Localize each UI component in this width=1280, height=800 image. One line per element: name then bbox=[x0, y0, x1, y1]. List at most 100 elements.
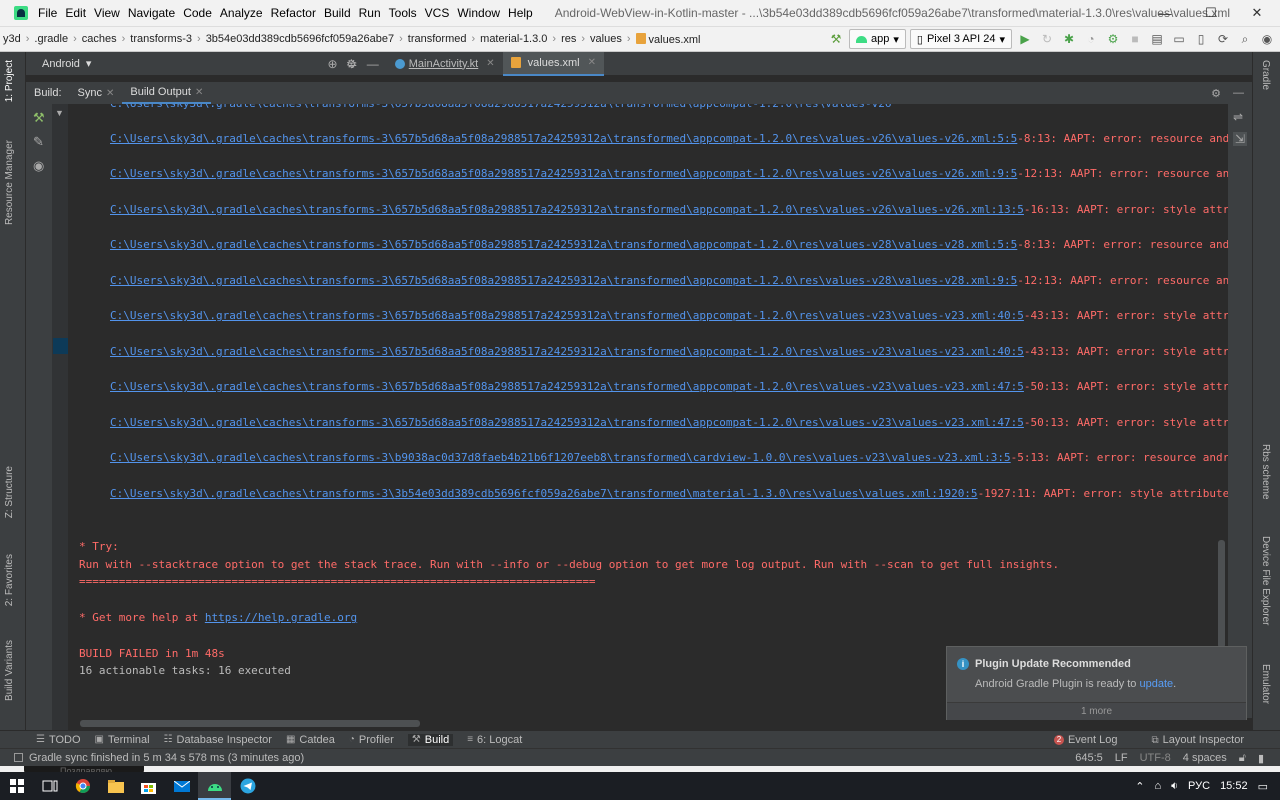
clock[interactable]: 15:52 bbox=[1220, 780, 1248, 792]
error-file-link[interactable]: C:\Users\sky3d\.gradle\caches\transforms… bbox=[110, 274, 1017, 287]
build-output-console[interactable]: C:\Users\sky3d\.gradle\caches\transforms… bbox=[68, 104, 1228, 718]
menu-help[interactable]: Help bbox=[508, 6, 533, 20]
android-studio-taskbar-icon[interactable] bbox=[198, 772, 231, 800]
chevron-up-icon[interactable]: ⌃ bbox=[1135, 780, 1144, 793]
line-separator[interactable]: LF bbox=[1115, 752, 1128, 764]
project-view-selector[interactable]: Android ▾ ⊕ ≑ bbox=[26, 52, 358, 76]
help-icon[interactable]: ◉ bbox=[1258, 30, 1276, 48]
close-icon[interactable]: ✕ bbox=[195, 87, 203, 98]
debug-icon[interactable]: ✱ bbox=[1060, 30, 1078, 48]
caret-position[interactable]: 645:5 bbox=[1075, 752, 1103, 764]
error-file-link[interactable]: C:\Users\sky3d\.gradle\caches\transforms… bbox=[110, 238, 1017, 251]
tool-window-structure[interactable]: Z: Structure bbox=[4, 466, 15, 518]
device-dropdown[interactable]: ▯ Pixel 3 API 24 ▾ bbox=[909, 29, 1012, 49]
store-icon[interactable] bbox=[132, 772, 165, 800]
error-file-link[interactable]: C:\Users\sky3d\.gradle\caches\transforms… bbox=[110, 380, 1024, 393]
locate-icon[interactable]: ⊕ bbox=[327, 57, 337, 71]
close-icon[interactable]: ✕ bbox=[106, 88, 114, 99]
apply-changes-icon[interactable]: ↻ bbox=[1038, 30, 1056, 48]
menu-vcs[interactable]: VCS bbox=[425, 6, 450, 20]
error-file-link[interactable]: C:\Users\sky3d\.gradle\caches\transforms… bbox=[110, 167, 1017, 180]
close-icon[interactable]: ✕ bbox=[588, 57, 596, 68]
menu-build[interactable]: Build bbox=[324, 6, 351, 20]
close-window-button[interactable]: ✕ bbox=[1234, 0, 1280, 26]
menu-refactor[interactable]: Refactor bbox=[271, 6, 316, 20]
plugin-update-notification[interactable]: i Plugin Update Recommended Android Grad… bbox=[946, 646, 1247, 720]
task-view-icon[interactable] bbox=[33, 772, 66, 800]
attach-debugger-icon[interactable]: ⚙ bbox=[1104, 30, 1122, 48]
error-file-link[interactable]: C:\Users\sky3d\.gradle\caches\transforms… bbox=[110, 132, 1017, 145]
indent-setting[interactable]: 4 spaces bbox=[1183, 752, 1227, 764]
sync-gradle-icon[interactable]: ⟳ bbox=[1214, 30, 1232, 48]
horizontal-scrollbar[interactable] bbox=[80, 720, 420, 727]
menu-code[interactable]: Code bbox=[183, 6, 212, 20]
tab-values-xml[interactable]: values.xml ✕ bbox=[502, 51, 604, 76]
error-file-link[interactable]: C:\Users\sky3d\.gradle\caches\transforms… bbox=[110, 309, 1024, 322]
menu-edit[interactable]: Edit bbox=[65, 6, 86, 20]
breadcrumb-item[interactable]: transforms-3 bbox=[127, 33, 195, 45]
hammer-icon[interactable]: ⚒ bbox=[827, 30, 845, 48]
hide-icon[interactable]: — bbox=[1233, 87, 1244, 99]
tool-window-rbs-scheme[interactable]: Rbs scheme bbox=[1260, 444, 1271, 500]
tool-windows-toggle-icon[interactable] bbox=[14, 753, 23, 762]
chevron-down-icon[interactable]: ▼ bbox=[55, 108, 64, 118]
tool-build[interactable]: ⚒ Build bbox=[407, 733, 454, 746]
tool-window-gradle[interactable]: Gradle bbox=[1260, 60, 1271, 90]
pin-icon[interactable]: ✎ bbox=[33, 134, 44, 150]
breadcrumb-item[interactable]: y3d bbox=[0, 33, 24, 45]
tool-logcat[interactable]: ≡ 6: Logcat bbox=[467, 734, 522, 746]
memory-indicator-icon[interactable]: ▮ bbox=[1258, 752, 1264, 765]
menu-file[interactable]: File bbox=[38, 6, 57, 20]
breadcrumb-current-file[interactable]: values.xml bbox=[633, 32, 704, 46]
notifications-icon[interactable]: ▭ bbox=[1258, 780, 1268, 793]
breadcrumb-item[interactable]: transformed bbox=[405, 33, 470, 45]
hide-icon[interactable]: — bbox=[367, 57, 379, 71]
menu-window[interactable]: Window bbox=[457, 6, 500, 20]
tab-build-output[interactable]: Build Output ✕ bbox=[122, 82, 212, 104]
update-link[interactable]: update bbox=[1139, 678, 1173, 690]
breadcrumb-item[interactable]: 3b54e03dd389cdb5696fcf059a26abe7 bbox=[203, 33, 397, 45]
close-icon[interactable]: ✕ bbox=[486, 58, 494, 69]
profile-icon[interactable]: ◔ bbox=[1082, 30, 1100, 48]
tool-profiler[interactable]: ◔ Profiler bbox=[349, 734, 394, 746]
error-file-link[interactable]: C:\Users\sky3d\.gradle\caches\transforms… bbox=[110, 451, 1011, 464]
error-file-link[interactable]: C:\Users\sky3d\.gradle\caches\transforms… bbox=[110, 487, 978, 500]
breadcrumb-item[interactable]: material-1.3.0 bbox=[477, 33, 550, 45]
telegram-icon[interactable] bbox=[231, 772, 264, 800]
run-config-dropdown[interactable]: app ▾ bbox=[849, 29, 906, 49]
run-icon[interactable]: ▶ bbox=[1016, 30, 1034, 48]
error-file-link[interactable]: C:\Users\sky3d\.gradle\caches\transforms… bbox=[110, 203, 1024, 216]
gear-icon[interactable]: ⚙ bbox=[1211, 87, 1221, 100]
more-notifications-button[interactable]: 1 more bbox=[947, 702, 1246, 720]
minimize-button[interactable]: — bbox=[1142, 0, 1188, 26]
file-encoding[interactable]: UTF-8 bbox=[1140, 752, 1171, 764]
help-link[interactable]: https://help.gradle.org bbox=[205, 611, 357, 624]
vertical-scrollbar[interactable] bbox=[1218, 540, 1225, 648]
file-explorer-icon[interactable] bbox=[99, 772, 132, 800]
tab-mainactivity[interactable]: MainActivity.kt ✕ bbox=[387, 52, 503, 76]
tab-sync[interactable]: Sync ✕ bbox=[70, 82, 123, 104]
tool-event-log[interactable]: 2 Event Log bbox=[1053, 734, 1118, 746]
menu-analyze[interactable]: Analyze bbox=[220, 6, 263, 20]
menu-run[interactable]: Run bbox=[359, 6, 381, 20]
menu-view[interactable]: View bbox=[94, 6, 120, 20]
tool-window-resource-manager[interactable]: Resource Manager bbox=[4, 140, 15, 225]
project-structure-icon[interactable]: ▤ bbox=[1148, 30, 1166, 48]
avd-manager-icon[interactable]: ▯ bbox=[1192, 30, 1210, 48]
tool-window-build-variants[interactable]: Build Variants bbox=[4, 640, 15, 701]
status-message[interactable]: Gradle sync finished in 5 m 34 s 578 ms … bbox=[14, 752, 304, 764]
language-indicator[interactable]: РУС bbox=[1188, 780, 1210, 792]
build-tree-column[interactable]: ▼ bbox=[52, 104, 68, 730]
tool-layout-inspector[interactable]: ⧉ Layout Inspector bbox=[1152, 734, 1244, 746]
tool-window-device-file-explorer[interactable]: Device File Explorer bbox=[1260, 536, 1271, 625]
tool-window-project[interactable]: 1: Project bbox=[4, 60, 15, 102]
tool-database-inspector[interactable]: ☷ Database Inspector bbox=[164, 734, 272, 746]
scroll-to-end-icon[interactable]: ⇲ bbox=[1233, 132, 1248, 146]
tool-window-favorites[interactable]: 2: Favorites bbox=[4, 554, 15, 606]
sdk-manager-icon[interactable]: ▭ bbox=[1170, 30, 1188, 48]
breadcrumb-item[interactable]: res bbox=[558, 33, 579, 45]
stop-icon[interactable]: ■ bbox=[1126, 30, 1144, 48]
breadcrumb-item[interactable]: values bbox=[587, 33, 625, 45]
menu-tools[interactable]: Tools bbox=[389, 6, 417, 20]
volume-icon[interactable]: 🔉︎ bbox=[1171, 780, 1178, 793]
